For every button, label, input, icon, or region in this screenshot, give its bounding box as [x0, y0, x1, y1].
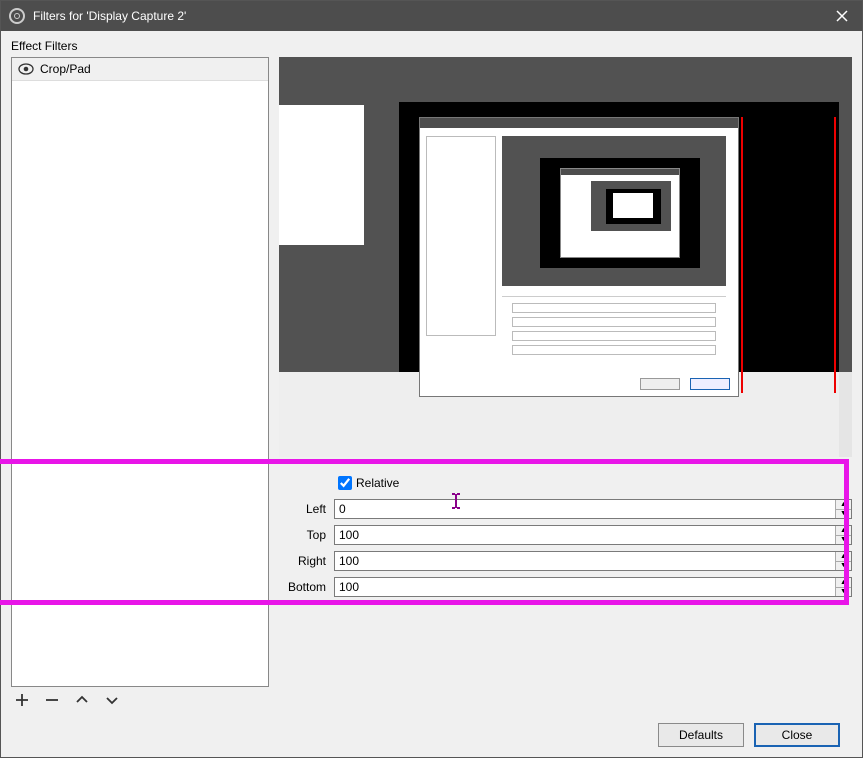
top-row: Top ▲▼	[279, 523, 852, 547]
dialog-footer: Defaults Close	[11, 713, 852, 757]
bottom-input[interactable]	[335, 578, 835, 596]
filters-dialog: Filters for 'Display Capture 2' Effect F…	[0, 0, 863, 758]
titlebar: Filters for 'Display Capture 2'	[1, 1, 862, 31]
visibility-eye-icon[interactable]	[18, 63, 34, 75]
add-filter-button[interactable]	[13, 691, 31, 709]
filter-item-crop-pad[interactable]: Crop/Pad	[12, 58, 268, 81]
right-step-down[interactable]: ▼	[836, 562, 851, 571]
crop-pad-form: Relative Left ▲▼ Top ▲	[279, 457, 852, 601]
filter-list-panel: Crop/Pad	[11, 57, 269, 713]
obs-logo-icon	[9, 8, 25, 24]
window-title: Filters for 'Display Capture 2'	[33, 9, 822, 23]
move-up-button[interactable]	[73, 691, 91, 709]
right-spinbox[interactable]: ▲▼	[334, 551, 852, 571]
left-input[interactable]	[335, 500, 835, 518]
left-step-up[interactable]: ▲	[836, 500, 851, 510]
relative-label: Relative	[356, 476, 399, 490]
preview-area	[279, 57, 852, 457]
bottom-step-down[interactable]: ▼	[836, 588, 851, 597]
filter-item-label: Crop/Pad	[40, 62, 91, 76]
right-panel: Relative Left ▲▼ Top ▲	[279, 57, 852, 713]
dialog-body: Effect Filters Crop/Pad	[1, 31, 862, 757]
defaults-button[interactable]: Defaults	[658, 723, 744, 747]
filter-toolbar	[11, 687, 269, 713]
right-row: Right ▲▼	[279, 549, 852, 573]
bottom-step-up[interactable]: ▲	[836, 578, 851, 588]
top-step-down[interactable]: ▼	[836, 536, 851, 545]
left-spinbox[interactable]: ▲▼	[334, 499, 852, 519]
bottom-label: Bottom	[279, 580, 334, 594]
close-button[interactable]: Close	[754, 723, 840, 747]
filter-list[interactable]: Crop/Pad	[11, 57, 269, 687]
right-label: Right	[279, 554, 334, 568]
left-step-down[interactable]: ▼	[836, 510, 851, 519]
right-input[interactable]	[335, 552, 835, 570]
bottom-row: Bottom ▲▼	[279, 575, 852, 599]
top-spinbox[interactable]: ▲▼	[334, 525, 852, 545]
relative-checkbox[interactable]	[338, 476, 352, 490]
top-step-up[interactable]: ▲	[836, 526, 851, 536]
columns: Crop/Pad	[11, 57, 852, 713]
bottom-spinbox[interactable]: ▲▼	[334, 577, 852, 597]
move-down-button[interactable]	[103, 691, 121, 709]
top-label: Top	[279, 528, 334, 542]
right-step-up[interactable]: ▲	[836, 552, 851, 562]
top-input[interactable]	[335, 526, 835, 544]
left-row: Left ▲▼	[279, 497, 852, 521]
relative-row: Relative	[279, 471, 852, 495]
effect-filters-label: Effect Filters	[11, 39, 852, 53]
left-label: Left	[279, 502, 334, 516]
remove-filter-button[interactable]	[43, 691, 61, 709]
close-icon[interactable]	[822, 1, 862, 31]
